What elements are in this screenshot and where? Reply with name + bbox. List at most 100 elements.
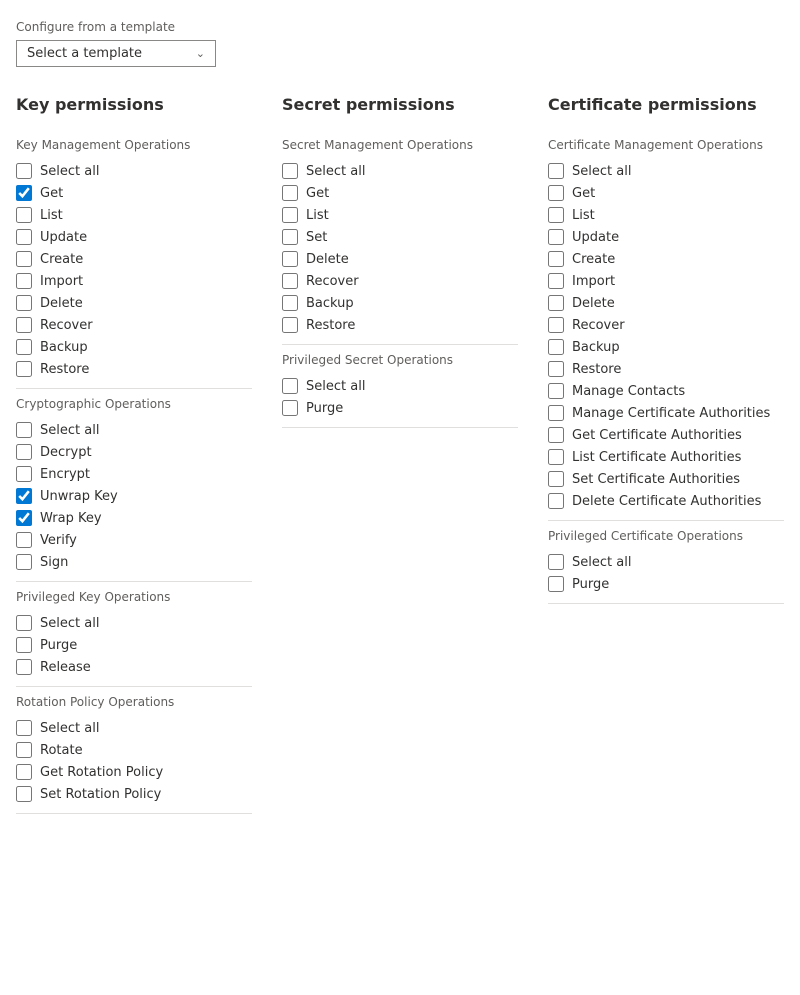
checkbox-rot-rotate[interactable]: [16, 742, 32, 758]
checkbox-item-sec-restore[interactable]: Restore: [282, 314, 518, 336]
checkbox-sec-restore[interactable]: [282, 317, 298, 333]
checkbox-item-key-delete[interactable]: Delete: [16, 292, 252, 314]
checkbox-crypto-unwrap[interactable]: [16, 488, 32, 504]
checkbox-item-crypto-decrypt[interactable]: Decrypt: [16, 441, 252, 463]
checkbox-key-import[interactable]: [16, 273, 32, 289]
checkbox-item-privsec-purge[interactable]: Purge: [282, 397, 518, 419]
checkbox-item-rot-get[interactable]: Get Rotation Policy: [16, 761, 252, 783]
checkbox-item-key-create[interactable]: Create: [16, 248, 252, 270]
checkbox-item-cert-restore[interactable]: Restore: [548, 358, 784, 380]
checkbox-key-create[interactable]: [16, 251, 32, 267]
checkbox-sec-get[interactable]: [282, 185, 298, 201]
checkbox-cert-set-ca[interactable]: [548, 471, 564, 487]
checkbox-cert-list[interactable]: [548, 207, 564, 223]
template-dropdown[interactable]: Select a template ⌄: [16, 40, 216, 67]
checkbox-crypto-encrypt[interactable]: [16, 466, 32, 482]
checkbox-item-key-select-all[interactable]: Select all: [16, 160, 252, 182]
checkbox-item-cert-create[interactable]: Create: [548, 248, 784, 270]
checkbox-item-cert-get-ca[interactable]: Get Certificate Authorities: [548, 424, 784, 446]
checkbox-sec-recover[interactable]: [282, 273, 298, 289]
checkbox-crypto-wrap[interactable]: [16, 510, 32, 526]
checkbox-item-privkey-release[interactable]: Release: [16, 656, 252, 678]
checkbox-cert-update[interactable]: [548, 229, 564, 245]
checkbox-item-sec-recover[interactable]: Recover: [282, 270, 518, 292]
checkbox-privsec-select-all[interactable]: [282, 378, 298, 394]
checkbox-privkey-release[interactable]: [16, 659, 32, 675]
checkbox-item-sec-list[interactable]: List: [282, 204, 518, 226]
checkbox-key-select-all[interactable]: [16, 163, 32, 179]
checkbox-item-cert-delete[interactable]: Delete: [548, 292, 784, 314]
checkbox-item-rot-select-all[interactable]: Select all: [16, 717, 252, 739]
checkbox-key-delete[interactable]: [16, 295, 32, 311]
checkbox-item-sec-backup[interactable]: Backup: [282, 292, 518, 314]
checkbox-item-key-recover[interactable]: Recover: [16, 314, 252, 336]
checkbox-item-cert-manage-ca[interactable]: Manage Certificate Authorities: [548, 402, 784, 424]
checkbox-cert-create[interactable]: [548, 251, 564, 267]
checkbox-key-recover[interactable]: [16, 317, 32, 333]
checkbox-key-list[interactable]: [16, 207, 32, 223]
checkbox-cert-restore[interactable]: [548, 361, 564, 377]
checkbox-item-cert-set-ca[interactable]: Set Certificate Authorities: [548, 468, 784, 490]
checkbox-key-get[interactable]: [16, 185, 32, 201]
checkbox-item-key-import[interactable]: Import: [16, 270, 252, 292]
checkbox-cert-recover[interactable]: [548, 317, 564, 333]
checkbox-sec-select-all[interactable]: [282, 163, 298, 179]
checkbox-privsec-purge[interactable]: [282, 400, 298, 416]
checkbox-cert-select-all[interactable]: [548, 163, 564, 179]
checkbox-item-sec-get[interactable]: Get: [282, 182, 518, 204]
checkbox-item-privsec-select-all[interactable]: Select all: [282, 375, 518, 397]
checkbox-item-key-restore[interactable]: Restore: [16, 358, 252, 380]
checkbox-crypto-decrypt[interactable]: [16, 444, 32, 460]
checkbox-item-sec-delete[interactable]: Delete: [282, 248, 518, 270]
checkbox-item-crypto-verify[interactable]: Verify: [16, 529, 252, 551]
checkbox-cert-list-ca[interactable]: [548, 449, 564, 465]
checkbox-item-cert-recover[interactable]: Recover: [548, 314, 784, 336]
checkbox-item-cert-update[interactable]: Update: [548, 226, 784, 248]
checkbox-item-key-backup[interactable]: Backup: [16, 336, 252, 358]
checkbox-item-crypto-encrypt[interactable]: Encrypt: [16, 463, 252, 485]
checkbox-privkey-purge[interactable]: [16, 637, 32, 653]
checkbox-crypto-verify[interactable]: [16, 532, 32, 548]
checkbox-rot-get[interactable]: [16, 764, 32, 780]
checkbox-item-cert-get[interactable]: Get: [548, 182, 784, 204]
checkbox-cert-manage-ca[interactable]: [548, 405, 564, 421]
checkbox-item-rot-rotate[interactable]: Rotate: [16, 739, 252, 761]
checkbox-cert-manage-contacts[interactable]: [548, 383, 564, 399]
checkbox-privkey-select-all[interactable]: [16, 615, 32, 631]
checkbox-item-privkey-select-all[interactable]: Select all: [16, 612, 252, 634]
checkbox-cert-get-ca[interactable]: [548, 427, 564, 443]
checkbox-item-sec-select-all[interactable]: Select all: [282, 160, 518, 182]
checkbox-cert-backup[interactable]: [548, 339, 564, 355]
checkbox-rot-set[interactable]: [16, 786, 32, 802]
checkbox-item-cert-list-ca[interactable]: List Certificate Authorities: [548, 446, 784, 468]
checkbox-cert-delete[interactable]: [548, 295, 564, 311]
checkbox-sec-set[interactable]: [282, 229, 298, 245]
checkbox-item-crypto-unwrap[interactable]: Unwrap Key: [16, 485, 252, 507]
checkbox-item-sec-set[interactable]: Set: [282, 226, 518, 248]
checkbox-crypto-sign[interactable]: [16, 554, 32, 570]
checkbox-item-crypto-select-all[interactable]: Select all: [16, 419, 252, 441]
checkbox-item-cert-list[interactable]: List: [548, 204, 784, 226]
checkbox-crypto-select-all[interactable]: [16, 422, 32, 438]
checkbox-item-privkey-purge[interactable]: Purge: [16, 634, 252, 656]
checkbox-sec-list[interactable]: [282, 207, 298, 223]
checkbox-key-update[interactable]: [16, 229, 32, 245]
checkbox-rot-select-all[interactable]: [16, 720, 32, 736]
checkbox-cert-import[interactable]: [548, 273, 564, 289]
checkbox-item-privcert-purge[interactable]: Purge: [548, 573, 784, 595]
checkbox-item-cert-select-all[interactable]: Select all: [548, 160, 784, 182]
checkbox-item-rot-set[interactable]: Set Rotation Policy: [16, 783, 252, 805]
checkbox-item-cert-delete-ca[interactable]: Delete Certificate Authorities: [548, 490, 784, 512]
checkbox-item-cert-manage-contacts[interactable]: Manage Contacts: [548, 380, 784, 402]
checkbox-item-key-list[interactable]: List: [16, 204, 252, 226]
checkbox-item-privcert-select-all[interactable]: Select all: [548, 551, 784, 573]
checkbox-item-crypto-wrap[interactable]: Wrap Key: [16, 507, 252, 529]
checkbox-item-crypto-sign[interactable]: Sign: [16, 551, 252, 573]
checkbox-item-key-get[interactable]: Get: [16, 182, 252, 204]
checkbox-item-cert-import[interactable]: Import: [548, 270, 784, 292]
checkbox-key-backup[interactable]: [16, 339, 32, 355]
checkbox-privcert-purge[interactable]: [548, 576, 564, 592]
checkbox-privcert-select-all[interactable]: [548, 554, 564, 570]
checkbox-item-cert-backup[interactable]: Backup: [548, 336, 784, 358]
checkbox-cert-delete-ca[interactable]: [548, 493, 564, 509]
